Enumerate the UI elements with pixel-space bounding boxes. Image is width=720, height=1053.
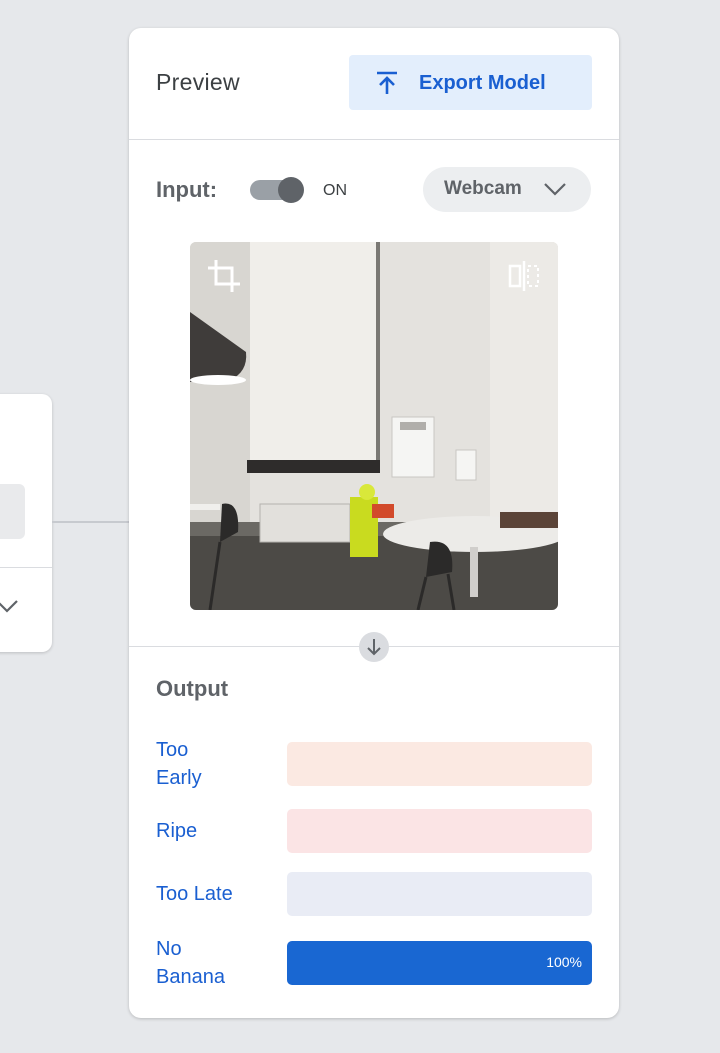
toggle-knob xyxy=(278,177,304,203)
class-label: Too Early xyxy=(156,739,202,789)
class-row-no-banana: No Banana 100% xyxy=(129,935,619,995)
node-connector-line xyxy=(52,521,130,523)
header-divider xyxy=(129,139,619,140)
confidence-bar: 100% xyxy=(287,941,592,985)
input-label: Input: xyxy=(156,177,218,202)
webcam-preview xyxy=(190,242,558,610)
arrow-down-icon xyxy=(367,639,381,656)
class-row-too-early: Too Early xyxy=(129,736,619,796)
confidence-bar xyxy=(287,872,592,916)
node-divider xyxy=(0,567,52,568)
class-label: Ripe xyxy=(156,820,198,842)
export-model-label: Export Model xyxy=(419,72,546,94)
flip-horizontal-icon[interactable] xyxy=(506,258,542,294)
confidence-bar xyxy=(287,809,592,853)
chevron-down-icon[interactable] xyxy=(0,597,20,615)
chevron-down-icon xyxy=(544,183,566,196)
class-row-too-late: Too Late xyxy=(129,866,619,926)
app-stage: Preview Export Model Input: ON Webcam Ou… xyxy=(0,0,720,1053)
class-row-ripe: Ripe xyxy=(129,803,619,863)
input-source-select[interactable]: Webcam xyxy=(423,167,591,212)
confidence-percent: 100% xyxy=(546,954,582,970)
flow-arrow xyxy=(359,632,389,662)
output-title: Output xyxy=(156,676,229,701)
upload-icon xyxy=(377,71,397,94)
page-title: Preview xyxy=(156,69,240,95)
preview-header: Preview Export Model xyxy=(129,28,619,139)
class-label: No Banana xyxy=(156,938,225,988)
toggle-state-label: ON xyxy=(323,182,347,199)
webcam-image xyxy=(190,242,558,610)
node-field[interactable] xyxy=(0,484,25,539)
input-toggle[interactable] xyxy=(250,177,304,203)
crop-icon[interactable] xyxy=(206,258,242,294)
preview-card: Preview Export Model Input: ON Webcam Ou… xyxy=(129,28,619,1018)
export-model-button[interactable]: Export Model xyxy=(349,55,592,110)
input-source-value: Webcam xyxy=(444,178,522,199)
confidence-bar xyxy=(287,742,592,786)
previous-node-card xyxy=(0,394,52,652)
class-label: Too Late xyxy=(156,883,233,905)
